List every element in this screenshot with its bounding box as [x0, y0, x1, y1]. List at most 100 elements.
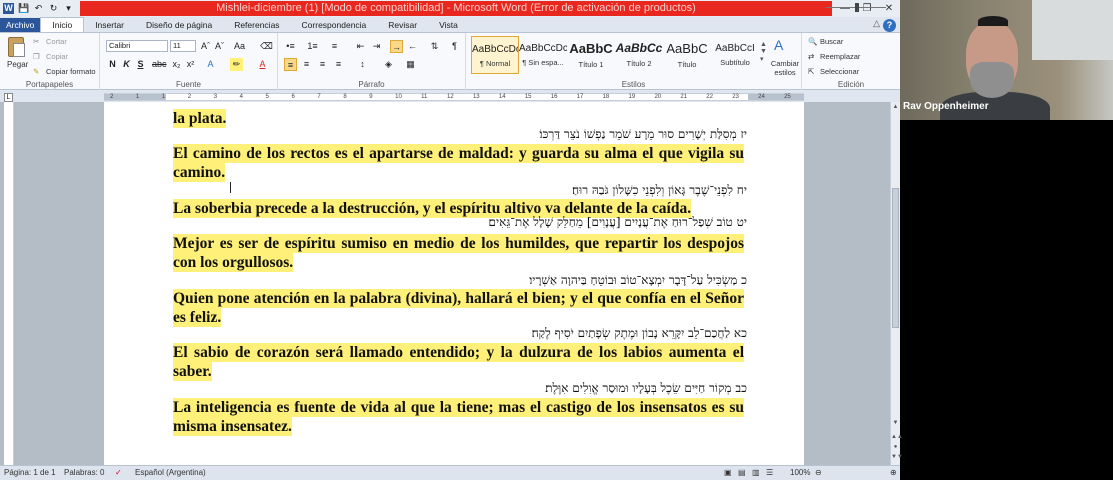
scroll-down-icon[interactable]: ▼: [891, 420, 900, 426]
tab-vista[interactable]: Vista: [428, 18, 469, 32]
zoom-slider-thumb[interactable]: [855, 3, 859, 12]
borders-icon[interactable]: ▦: [404, 58, 417, 71]
sort-icon[interactable]: ⇅: [428, 40, 441, 53]
numbering-icon[interactable]: 1≡: [306, 40, 319, 53]
style-titulo[interactable]: AaBbC Título: [663, 36, 711, 74]
subscript-icon[interactable]: x₂: [170, 58, 183, 71]
highlight-icon[interactable]: ✏: [230, 58, 243, 71]
tab-insertar[interactable]: Insertar: [84, 18, 135, 32]
hebrew-verse[interactable]: יט טוֹב שְׁפַל־רוּחַ אֶת־עֲנָיִים [עֲנָו…: [489, 215, 748, 230]
view-reading-icon[interactable]: ▤: [738, 468, 746, 477]
font-color-icon[interactable]: A: [256, 58, 269, 71]
save-icon[interactable]: 💾: [18, 3, 29, 14]
change-case-icon[interactable]: Aa: [233, 40, 246, 53]
ltr-direction-icon[interactable]: →: [390, 40, 403, 53]
undo-icon[interactable]: ↶: [33, 3, 44, 14]
format-painter-button[interactable]: Copiar formato: [46, 67, 96, 76]
minimize-icon[interactable]: —: [834, 0, 856, 17]
text-effects-icon[interactable]: A: [204, 58, 217, 71]
tab-referencias[interactable]: Referencias: [223, 18, 290, 32]
justify-icon[interactable]: ≡: [332, 58, 345, 71]
paste-icon[interactable]: [8, 37, 25, 57]
restore-icon[interactable]: ❐: [856, 0, 878, 17]
strikethrough-icon[interactable]: abc: [152, 58, 167, 71]
tab-archivo[interactable]: Archivo: [0, 18, 41, 32]
zoom-level[interactable]: 100%: [790, 468, 810, 477]
style-sin-espaciado[interactable]: AaBbCcDc ¶ Sin espa...: [519, 36, 567, 74]
grow-font-icon[interactable]: Aˆ: [199, 40, 212, 53]
select-button[interactable]: Seleccionar: [820, 67, 859, 76]
tab-diseno-pagina[interactable]: Diseño de página: [135, 18, 223, 32]
style-normal[interactable]: AaBbCcDc ¶ Normal: [471, 36, 519, 74]
language-indicator[interactable]: Español (Argentina): [135, 468, 206, 477]
rtl-direction-icon[interactable]: ←: [406, 40, 419, 53]
scroll-up-icon[interactable]: ▲: [891, 104, 900, 110]
hebrew-verse[interactable]: כב מְקוֹר חַיִּים שֵׂכֶל בְּעָלָיו וּמוּ…: [545, 381, 747, 396]
spanish-paragraph[interactable]: El sabio de corazón será llamado entendi…: [173, 343, 744, 381]
shading-icon[interactable]: ◈: [382, 58, 395, 71]
copy-button[interactable]: Copiar: [46, 52, 68, 61]
change-styles-icon[interactable]: A: [774, 37, 783, 53]
word-count[interactable]: Palabras: 0: [64, 468, 104, 477]
bullets-icon[interactable]: •≡: [284, 40, 297, 53]
change-styles-button[interactable]: Cambiar estilos: [768, 59, 802, 77]
proofing-icon[interactable]: ✓: [115, 468, 122, 477]
spanish-paragraph[interactable]: Mejor es ser de espíritu sumiso en medio…: [173, 234, 744, 272]
prev-page-icon[interactable]: ▲▲: [891, 434, 903, 440]
next-page-icon[interactable]: ▼▼: [891, 454, 903, 460]
spanish-paragraph[interactable]: Quien pone atención en la palabra (divin…: [173, 289, 744, 327]
minimize-ribbon-icon[interactable]: △: [873, 18, 880, 29]
page-count[interactable]: Página: 1 de 1: [4, 468, 56, 477]
browse-object-icon[interactable]: ●: [891, 444, 900, 450]
line-spacing-icon[interactable]: ↕: [356, 58, 369, 71]
clear-format-icon[interactable]: ⌫: [260, 40, 273, 53]
underline-button[interactable]: S: [134, 58, 147, 71]
replace-button[interactable]: Reemplazar: [820, 52, 860, 61]
styles-scroll-icon[interactable]: ▲ ▼ ▾: [760, 41, 767, 63]
align-right-icon[interactable]: ≡: [316, 58, 329, 71]
zoom-out-icon[interactable]: ⊖: [815, 468, 822, 477]
customize-qat-icon[interactable]: ▾: [63, 3, 74, 14]
spanish-paragraph[interactable]: El camino de los rectos es el apartarse …: [173, 144, 744, 182]
tab-revisar[interactable]: Revisar: [377, 18, 428, 32]
hebrew-verse[interactable]: יז מְסִלַּת יְשָׁרִים סוּר מֵרָע שֹׁמֵר …: [539, 127, 747, 142]
font-name-combo[interactable]: Calibri: [106, 40, 168, 52]
superscript-icon[interactable]: x²: [184, 58, 197, 71]
tab-selector-icon[interactable]: L: [4, 93, 13, 102]
cut-button[interactable]: Cortar: [46, 37, 67, 46]
tab-correspondencia[interactable]: Correspondencia: [291, 18, 378, 32]
word-logo-icon[interactable]: W: [3, 3, 14, 14]
spanish-paragraph[interactable]: la plata.: [173, 109, 744, 128]
view-web-icon[interactable]: ▥: [752, 468, 760, 477]
font-size-combo[interactable]: 11: [170, 40, 196, 52]
style-titulo-1[interactable]: AaBbC Título 1: [567, 36, 615, 74]
vertical-scrollbar[interactable]: ▲ ▼ ▲▲ ● ▼▼: [890, 102, 903, 465]
close-icon[interactable]: ✕: [878, 0, 900, 17]
shrink-font-icon[interactable]: Aˇ: [213, 40, 226, 53]
align-left-icon[interactable]: ≡: [284, 58, 297, 71]
increase-indent-icon[interactable]: ⇥: [370, 40, 383, 53]
hebrew-verse[interactable]: כ מַשְׂכִּיל עַל־דָּבָר יִמְצָא־טוֹב וּב…: [529, 273, 747, 288]
decrease-indent-icon[interactable]: ⇤: [354, 40, 367, 53]
find-button[interactable]: Buscar: [820, 37, 843, 46]
view-outline-icon[interactable]: ☰: [766, 468, 773, 477]
help-icon[interactable]: ?: [883, 19, 896, 32]
redo-icon[interactable]: ↻: [48, 3, 59, 14]
hebrew-verse[interactable]: כא לַחֲכַם־לֵב יִקָּרֵא נָבוֹן וּמֶתֶק ש…: [532, 326, 747, 341]
italic-button[interactable]: K: [120, 58, 133, 71]
tab-inicio[interactable]: Inicio: [40, 17, 85, 32]
style-subtitulo[interactable]: AaBbCcI Subtítulo: [711, 36, 759, 74]
bold-button[interactable]: N: [106, 58, 119, 71]
multilevel-list-icon[interactable]: ≡: [328, 40, 341, 53]
style-titulo-2[interactable]: AaBbCc Título 2: [615, 36, 663, 74]
hebrew-verse[interactable]: יח לִפְנֵי־שֶׁבֶר גָּאוֹן וְלִפְנֵי כִשָ…: [572, 183, 747, 198]
show-marks-icon[interactable]: ¶: [448, 40, 461, 53]
paste-button[interactable]: Pegar: [7, 60, 28, 69]
horizontal-ruler[interactable]: L 2 1 1 2 3 4 5 6 7 8 9 10 11 12 13 14 15 16 17 18 19 20 21 22 2…: [0, 91, 900, 102]
zoom-in-icon[interactable]: ⊕: [890, 468, 897, 477]
scroll-thumb[interactable]: [892, 188, 899, 328]
view-print-layout-icon[interactable]: ▣: [724, 468, 732, 477]
document-page[interactable]: la plata. יז מְסִלַּת יְשָׁרִים סוּר מֵרָ…: [104, 102, 804, 465]
spanish-paragraph[interactable]: La inteligencia es fuente de vida al que…: [173, 398, 744, 436]
align-center-icon[interactable]: ≡: [300, 58, 313, 71]
